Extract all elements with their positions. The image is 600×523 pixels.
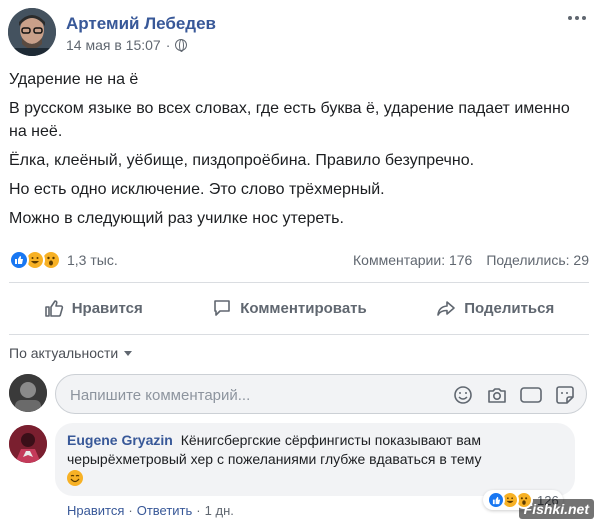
separator: · [128,503,133,518]
meta-separator: · [165,37,171,53]
post-body: Ударение не на ё В русском языке во всех… [9,68,589,236]
comment-bubble-icon [212,298,232,318]
sticker-icon[interactable] [554,384,576,406]
caret-down-icon [124,350,133,356]
commenter-avatar[interactable] [9,425,47,463]
comment-button-label: Комментировать [240,299,367,317]
comment-reply-link[interactable]: Ответить [137,503,193,518]
divider [9,282,589,283]
post-paragraph: Ёлка, клеёный, уёбище, пиздопроёбина. Пр… [9,152,475,169]
comment-like-link[interactable]: Нравится [67,503,124,518]
comment-sort-dropdown[interactable]: По актуальности [9,345,133,361]
composer-tools [452,384,576,406]
shares-count[interactable]: Поделились: 29 [486,252,589,268]
post-paragraph: Можно в следующий раз училке нос утереть… [9,210,344,227]
comment-input[interactable] [70,384,440,406]
like-reaction-icon [9,250,29,270]
comment-composer [9,372,589,416]
smiling-face-icon [67,470,83,486]
separator: · [196,503,201,518]
author-avatar[interactable] [8,8,56,56]
post-meta: 14 мая в 15:07 · [66,37,188,53]
author-name[interactable]: Артемий Лебедев [66,14,216,34]
globe-icon [175,39,188,52]
gif-icon[interactable] [520,384,542,406]
reaction-count: 1,3 тыс. [67,252,118,268]
post-stats: 1,3 тыс. Комментарии: 176 Поделились: 29 [9,248,589,272]
thumbs-up-icon [44,298,64,318]
commenter-name[interactable]: Eugene Gryazin [67,432,173,448]
comment-actions: Нравится · Ответить · 1 дн. [67,503,234,518]
like-button-label: Нравится [71,299,143,317]
like-reaction-icon [487,491,505,509]
like-button[interactable]: Нравится [44,298,143,318]
post-header: Артемий Лебедев 14 мая в 15:07 · [8,8,592,58]
post-paragraph: Ударение не на ё [9,71,139,88]
post-paragraph: В русском языке во всех словах, где есть… [9,100,570,140]
sort-label: По актуальности [9,345,119,361]
post-time[interactable]: 14 мая в 15:07 [66,37,161,53]
share-button-label: Поделиться [464,299,555,317]
emoji-icon[interactable] [452,384,474,406]
post-actions: Нравится Комментировать Поделиться [9,290,589,326]
comment-bubble: Eugene Gryazin Кёнигсбергские сёрфингист… [55,423,575,496]
share-arrow-icon [436,298,456,318]
engagement-counts: Комментарии: 176 Поделились: 29 [353,252,589,268]
post-paragraph: Но есть одно исключение. Это слово трёхм… [9,181,385,198]
comment-box[interactable] [55,374,587,414]
divider [9,334,589,335]
comments-count[interactable]: Комментарии: 176 [353,252,472,268]
comment-button[interactable]: Комментировать [212,298,367,318]
current-user-avatar[interactable] [9,374,47,412]
more-options-icon[interactable] [568,16,586,20]
comment-time[interactable]: 1 дн. [205,503,234,518]
camera-icon[interactable] [486,384,508,406]
reaction-summary[interactable]: 1,3 тыс. [9,250,118,270]
share-button[interactable]: Поделиться [436,298,554,318]
